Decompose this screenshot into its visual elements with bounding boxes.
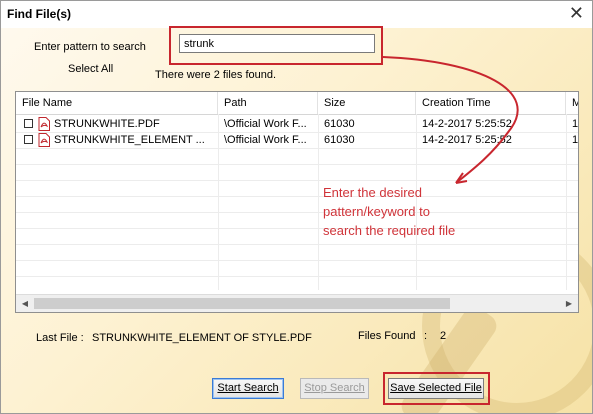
files-found-count: 2 [440, 330, 447, 342]
last-file-label: Last File : [36, 332, 84, 344]
stop-search-button[interactable]: Stop Search [300, 378, 369, 399]
annotation-line: search the required file [323, 223, 456, 238]
files-found-separator: : [424, 330, 428, 342]
annotation-text: Enter the desired pattern/keyword to sea… [323, 183, 503, 240]
save-button-highlight-box [383, 372, 490, 405]
annotation-line: pattern/keyword to [323, 204, 430, 219]
annotation-arrow [382, 56, 519, 184]
start-search-label: Start Search [217, 382, 279, 394]
annotation-line: Enter the desired [323, 185, 423, 200]
last-file-value: STRUNKWHITE_ELEMENT OF STYLE.PDF [92, 332, 312, 344]
find-files-dialog: Find File(s) ✕ Enter pattern to search S… [0, 0, 593, 414]
start-search-button[interactable]: Start Search [212, 378, 284, 399]
stop-search-label: Stop Search [304, 382, 365, 394]
files-found-label: Files Found [358, 330, 416, 342]
